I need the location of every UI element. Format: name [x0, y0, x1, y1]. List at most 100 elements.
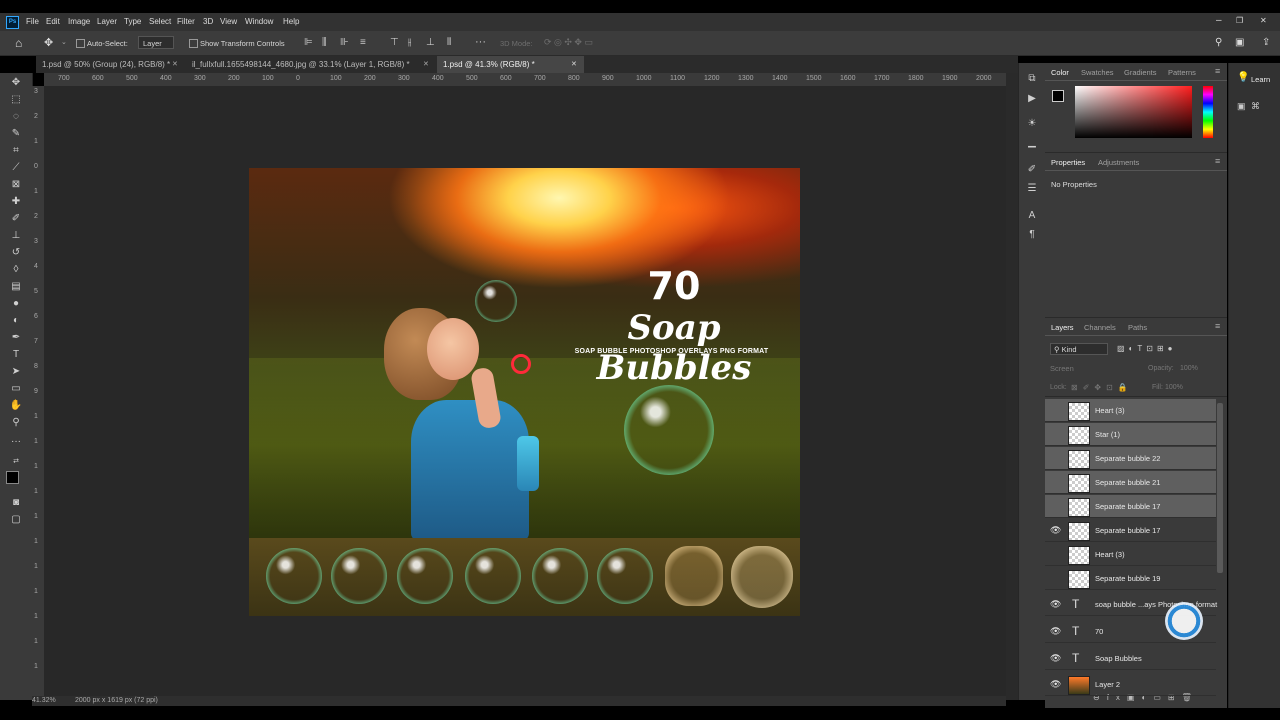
tab-layers[interactable]: Layers	[1051, 323, 1074, 332]
zoom-tool-icon[interactable]: ⚲	[9, 416, 23, 430]
visibility-toggle[interactable]	[1050, 573, 1060, 583]
lightbulb-icon[interactable]: 💡	[1237, 72, 1249, 83]
tab-document-3[interactable]: 1.psd @ 41.3% (RGB/8) *	[437, 56, 584, 73]
libraries-icon[interactable]: ▣	[1237, 101, 1246, 112]
search-icon[interactable]: ⚲	[1215, 37, 1222, 48]
character-icon[interactable]: A	[1026, 210, 1038, 222]
history-icon[interactable]: ⧉	[1026, 73, 1038, 85]
brush-tool-icon[interactable]: ✐	[9, 212, 23, 226]
hand-tool-icon[interactable]: ✋	[9, 399, 23, 413]
tab-gradients[interactable]: Gradients	[1124, 68, 1157, 77]
distribute-icon[interactable]: ≡	[360, 37, 366, 48]
more-tools-icon[interactable]: ···	[9, 435, 23, 449]
visibility-toggle[interactable]	[1050, 429, 1060, 439]
menu-help[interactable]: Help	[283, 17, 299, 26]
history-brush-icon[interactable]: ↺	[9, 246, 23, 260]
layer-row[interactable]: 👁 Layer 2	[1045, 673, 1216, 696]
menu-filter[interactable]: Filter	[177, 17, 195, 26]
align-middle-icon[interactable]: ⫲	[408, 37, 411, 48]
lock-icons[interactable]: ⊠✐✥⊡🔒	[1071, 383, 1133, 392]
paragraph-icon[interactable]: ¶	[1026, 229, 1038, 241]
tab-close-icon[interactable]: ✕	[172, 60, 178, 68]
panel-menu-icon[interactable]: ≡	[1215, 156, 1220, 166]
align-left-icon[interactable]: ⊫	[304, 37, 313, 48]
menu-view[interactable]: View	[220, 17, 237, 26]
histogram-icon[interactable]: ▁	[1026, 137, 1038, 149]
minimize-icon[interactable]: –	[1216, 15, 1222, 26]
foreground-color-chip[interactable]	[1052, 90, 1064, 102]
eye-icon[interactable]: 👁	[1050, 679, 1061, 689]
properties-sliders-icon[interactable]: ☰	[1026, 183, 1038, 195]
blur-tool-icon[interactable]: ●	[9, 297, 23, 311]
share-icon[interactable]: ⇪	[1262, 37, 1270, 48]
menu-layer[interactable]: Layer	[97, 17, 117, 26]
auto-select-checkbox[interactable]	[76, 39, 85, 48]
distribute-vertical-icon[interactable]: ⫴	[447, 37, 451, 48]
menu-3d[interactable]: 3D	[203, 17, 213, 26]
close-icon[interactable]: ✕	[1260, 16, 1267, 25]
healing-tool-icon[interactable]: ✚	[9, 195, 23, 209]
menu-file[interactable]: File	[26, 17, 39, 26]
align-bottom-icon[interactable]: ⊥	[426, 37, 435, 48]
menu-image[interactable]: Image	[68, 17, 90, 26]
panel-menu-icon[interactable]: ≡	[1215, 321, 1220, 331]
tab-swatches[interactable]: Swatches	[1081, 68, 1114, 77]
align-center-icon[interactable]: ⫼	[322, 37, 327, 48]
move-tool-icon[interactable]: ✥	[9, 76, 23, 90]
layer-filter-dropdown[interactable]: ⚲ Kind	[1050, 343, 1108, 355]
stamp-tool-icon[interactable]: ⊥	[9, 229, 23, 243]
align-right-icon[interactable]: ⊪	[340, 37, 349, 48]
visibility-toggle[interactable]	[1050, 453, 1060, 463]
layer-filter-type-icons[interactable]: ▨◐T⊡⊞●	[1117, 344, 1177, 353]
layer-row[interactable]: Heart (3)	[1045, 399, 1216, 422]
menu-select[interactable]: Select	[149, 17, 171, 26]
layers-scrollbar[interactable]	[1217, 403, 1223, 573]
quick-select-tool-icon[interactable]: ✎	[9, 127, 23, 141]
tab-close-icon[interactable]: ✕	[423, 60, 429, 68]
move-tool-icon[interactable]: ✥	[44, 36, 53, 49]
type-tool-icon[interactable]: T	[9, 348, 23, 362]
document-artwork[interactable]: 70 Soap Bubbles SOAP BUBBLE PHOTOSHOP OV…	[249, 168, 800, 616]
auto-select-dropdown[interactable]: Layer	[138, 36, 174, 49]
fill-value[interactable]: 100%	[1165, 384, 1183, 391]
layer-row[interactable]: 👁 T Soap Bubbles	[1045, 647, 1216, 670]
document-size[interactable]: 2000 px x 1619 px (72 ppi)	[75, 697, 158, 704]
screen-mode-icon[interactable]: ▢	[9, 513, 23, 527]
tab-patterns[interactable]: Patterns	[1168, 68, 1196, 77]
tab-color[interactable]: Color	[1051, 68, 1069, 77]
tab-document-2[interactable]: il_fullxfull.1655498144_4680.jpg @ 33.1%…	[186, 56, 436, 73]
lasso-tool-icon[interactable]: ◌	[9, 110, 23, 124]
restore-icon[interactable]: ❐	[1236, 16, 1243, 25]
layer-row[interactable]: Separate bubble 17	[1045, 495, 1216, 518]
layer-row[interactable]: Star (1)	[1045, 423, 1216, 446]
tab-adjustments[interactable]: Adjustments	[1098, 158, 1139, 167]
marquee-tool-icon[interactable]: ⬚	[9, 93, 23, 107]
panel-menu-icon[interactable]: ≡	[1215, 66, 1220, 76]
layer-row[interactable]: Separate bubble 22	[1045, 447, 1216, 470]
eye-icon[interactable]: 👁	[1050, 626, 1061, 636]
tab-close-icon[interactable]: ✕	[571, 60, 577, 68]
quick-mask-icon[interactable]: ◙	[9, 496, 23, 510]
crop-tool-icon[interactable]: ⌗	[9, 144, 23, 158]
layer-row[interactable]: 👁 Separate bubble 17	[1045, 519, 1216, 542]
visibility-toggle[interactable]	[1050, 477, 1060, 487]
brush-settings-icon[interactable]: ✐	[1026, 164, 1038, 176]
play-icon[interactable]: ▶	[1026, 93, 1038, 105]
learn-label[interactable]: Learn	[1251, 75, 1270, 84]
workspace-icon[interactable]: ▣	[1235, 37, 1244, 48]
align-top-icon[interactable]: ⊤	[390, 37, 399, 48]
tab-document-1[interactable]: 1.psd @ 50% (Group (24), RGB/8) *	[36, 56, 186, 73]
foreground-color-swatch[interactable]	[6, 471, 19, 484]
pen-tool-icon[interactable]: ✒	[9, 331, 23, 345]
color-field[interactable]	[1075, 86, 1192, 138]
eye-icon[interactable]: 👁	[1050, 525, 1061, 535]
canvas-vertical-scrollbar[interactable]	[1006, 73, 1018, 700]
tool-preset-chevron-icon[interactable]: ⌄	[61, 38, 67, 46]
adjustments-icon[interactable]: ☀	[1026, 118, 1038, 130]
hue-slider[interactable]	[1203, 86, 1213, 138]
zoom-level[interactable]: 41.32%	[32, 697, 56, 704]
frame-tool-icon[interactable]: ⊠	[9, 178, 23, 192]
swap-colors-icon[interactable]: ⇄	[9, 455, 23, 469]
opacity-value[interactable]: 100%	[1180, 365, 1198, 372]
eye-icon[interactable]: 👁	[1050, 599, 1061, 609]
